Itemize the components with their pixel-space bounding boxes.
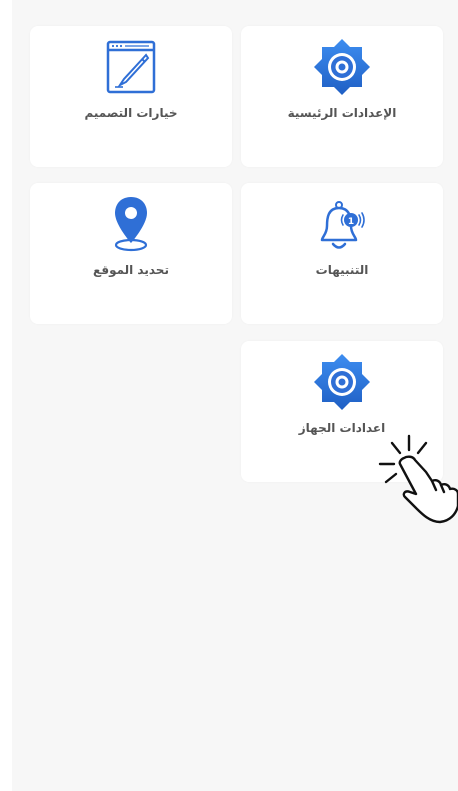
svg-text:1: 1 — [348, 217, 354, 227]
bell-icon: 1 — [241, 195, 443, 257]
tile-label: التنبيهات — [315, 263, 369, 277]
map-pin-icon — [30, 195, 232, 257]
tile-location[interactable]: تحديد الموقع — [30, 183, 232, 324]
tile-design-options[interactable]: خيارات التصميم — [30, 26, 232, 167]
tile-label: خيارات التصميم — [84, 106, 178, 120]
tile-notifications[interactable]: 1 التنبيهات — [241, 183, 443, 324]
settings-screen: الإعدادات الرئيسية خيارات التصميم 1 التن… — [12, 0, 458, 791]
tile-label: تحديد الموقع — [93, 263, 169, 277]
tile-label: اعدادات الجهاز — [298, 421, 386, 435]
tap-hand-cursor-icon — [378, 434, 458, 524]
design-pen-icon — [30, 38, 232, 100]
gear-icon — [241, 38, 443, 100]
tile-main-settings[interactable]: الإعدادات الرئيسية — [241, 26, 443, 167]
tile-label: الإعدادات الرئيسية — [287, 106, 397, 120]
gear-icon — [241, 353, 443, 415]
